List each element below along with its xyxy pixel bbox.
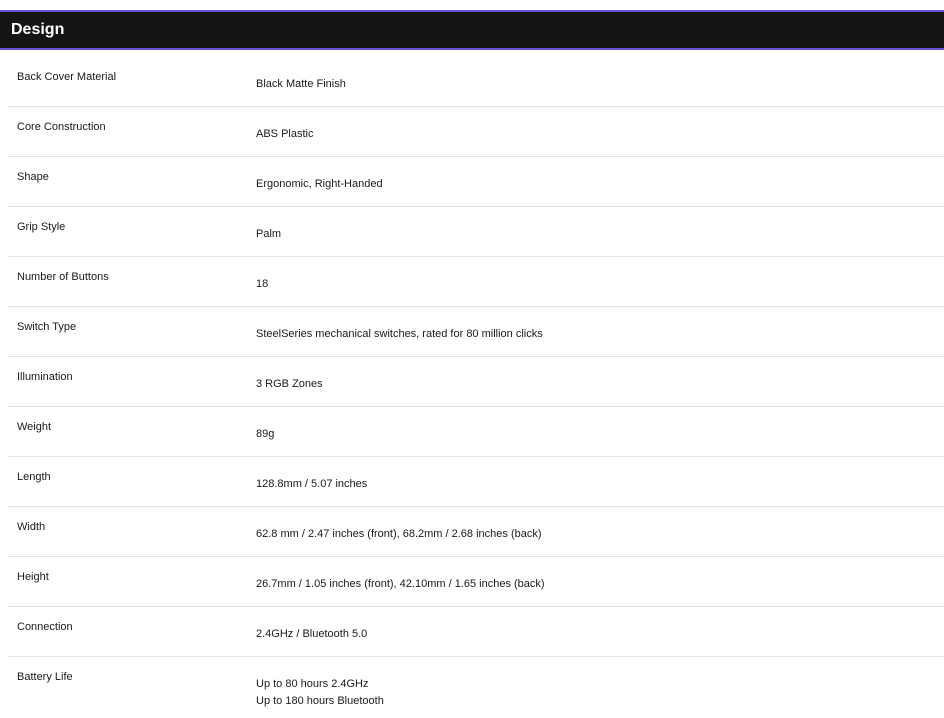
spec-label: Weight [17, 421, 52, 433]
spec-value: 2.4GHz / Bluetooth 5.0 [256, 628, 368, 640]
spec-label: Number of Buttons [17, 271, 109, 283]
spec-value: Palm [256, 228, 282, 240]
spec-value-line: Up to 80 hours 2.4GHz [256, 678, 369, 690]
spec-label: Shape [17, 171, 49, 183]
spec-label: Switch Type [17, 321, 77, 333]
spec-value: 18 [256, 278, 269, 290]
spec-value-line: Up to 180 hours Bluetooth [256, 695, 384, 707]
spec-table: Back Cover Material Black Matte Finish C… [8, 57, 944, 718]
spec-row-core-construction: Core Construction ABS Plastic [8, 107, 944, 157]
section-header: Design [0, 10, 944, 50]
spec-label: Core Construction [17, 121, 106, 133]
spec-value: SteelSeries mechanical switches, rated f… [256, 328, 543, 340]
spec-row-shape: Shape Ergonomic, Right-Handed [8, 157, 944, 207]
spec-row-illumination: Illumination 3 RGB Zones [8, 357, 944, 407]
spec-label: Battery Life [17, 671, 73, 683]
section-title: Design [11, 21, 65, 38]
spec-value: 26.7mm / 1.05 inches (front), 42.10mm / … [256, 578, 545, 590]
spec-value: 3 RGB Zones [256, 378, 323, 390]
spec-value: Black Matte Finish [256, 78, 346, 90]
spec-value: Up to 80 hours 2.4GHz Up to 180 hours Bl… [256, 676, 384, 710]
spec-label: Illumination [17, 371, 73, 383]
spec-label: Connection [17, 621, 73, 633]
spec-label: Grip Style [17, 221, 66, 233]
spec-label: Width [17, 521, 46, 533]
spec-row-number-of-buttons: Number of Buttons 18 [8, 257, 944, 307]
spec-row-connection: Connection 2.4GHz / Bluetooth 5.0 [8, 607, 944, 657]
spec-row-height: Height 26.7mm / 1.05 inches (front), 42.… [8, 557, 944, 607]
spec-value: Ergonomic, Right-Handed [256, 178, 383, 190]
spec-page: Design Back Cover Material Black Matte F… [0, 0, 944, 718]
spec-row-back-cover-material: Back Cover Material Black Matte Finish [8, 57, 944, 107]
spec-label: Length [17, 471, 51, 483]
spec-row-length: Length 128.8mm / 5.07 inches [8, 457, 944, 507]
spec-row-switch-type: Switch Type SteelSeries mechanical switc… [8, 307, 944, 357]
spec-value: 128.8mm / 5.07 inches [256, 478, 368, 490]
spec-value: 89g [256, 428, 275, 440]
spec-value: ABS Plastic [256, 128, 314, 140]
spec-label: Height [17, 571, 49, 583]
spec-row-weight: Weight 89g [8, 407, 944, 457]
spec-row-width: Width 62.8 mm / 2.47 inches (front), 68.… [8, 507, 944, 557]
spec-row-grip-style: Grip Style Palm [8, 207, 944, 257]
spec-row-battery-life: Battery Life Up to 80 hours 2.4GHz Up to… [8, 657, 944, 718]
spec-label: Back Cover Material [17, 71, 117, 83]
spec-value: 62.8 mm / 2.47 inches (front), 68.2mm / … [256, 528, 542, 540]
